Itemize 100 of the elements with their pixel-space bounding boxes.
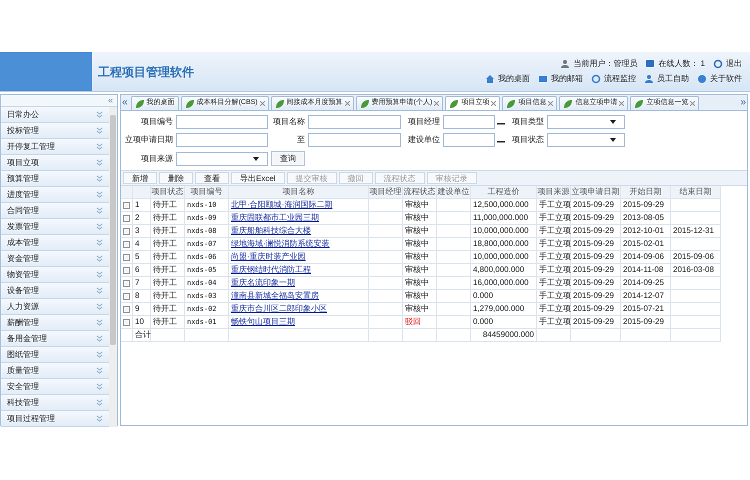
sidebar-item[interactable]: 日常办公 [1, 107, 109, 123]
leaf-icon [634, 98, 644, 108]
close-icon[interactable] [491, 101, 496, 106]
scroll-left-button[interactable]: « [121, 96, 129, 110]
sidebar-item[interactable]: 科技管理 [1, 395, 109, 411]
checkbox[interactable] [123, 306, 130, 312]
table-cell: 8 [133, 290, 151, 303]
checkbox[interactable] [123, 254, 130, 260]
project-link[interactable]: 尚盟·重庆时装产业园 [231, 251, 306, 263]
input-field[interactable] [308, 133, 401, 147]
scrollbar[interactable] [109, 107, 117, 427]
sidebar-item[interactable]: 项目过程管理 [1, 411, 109, 427]
search-button[interactable]: 查询 [271, 151, 305, 166]
sidebar-item[interactable]: 图纸管理 [1, 347, 109, 363]
sidebar-item[interactable]: 合同管理 [1, 203, 109, 219]
project-link[interactable]: 重庆钢结时代消防工程 [231, 264, 311, 276]
sidebar-item[interactable]: 项目立项 [1, 155, 109, 171]
toolbar-button[interactable]: 新增 [123, 172, 157, 184]
checkbox[interactable] [123, 214, 130, 222]
sidebar-item[interactable]: 资金管理 [1, 251, 109, 267]
header-link[interactable]: 员工自助 [657, 73, 689, 85]
sidebar-item[interactable]: 质量管理 [1, 363, 109, 379]
header-link[interactable]: 我的桌面 [498, 73, 530, 85]
table-cell: 2016-03-08 [671, 264, 721, 277]
table-cell: 2015-09-29 [571, 277, 621, 290]
project-link[interactable]: 绿地海域·澜悦消防系统安装 [231, 238, 330, 250]
sidebar-item[interactable]: 人力资源 [1, 299, 109, 315]
table-cell: 2015-09-29 [621, 199, 671, 212]
table-cell: 1 [133, 199, 151, 212]
table-cell [621, 329, 671, 342]
select-field[interactable] [176, 152, 268, 166]
table-cell: 手工立项 [537, 303, 571, 316]
toolbar-button[interactable]: 删除 [159, 172, 193, 184]
table-cell [671, 290, 721, 303]
sidebar-item[interactable]: 预算管理 [1, 171, 109, 187]
sidebar-item[interactable]: 薪酬管理 [1, 315, 109, 331]
table-cell: 审核中 [403, 212, 437, 225]
sidebar-item[interactable]: 安全管理 [1, 379, 109, 395]
close-icon[interactable] [260, 101, 265, 106]
checkbox[interactable] [123, 318, 130, 326]
column-header: 项目经理 [369, 186, 403, 199]
select-field[interactable] [547, 115, 625, 129]
header-link[interactable]: 关于软件 [710, 73, 742, 85]
sidebar-item[interactable]: 投标管理 [1, 123, 109, 139]
field-label: 至 [296, 134, 305, 146]
table-cell: 合计 [133, 329, 151, 342]
column-header: 项目状态 [151, 186, 185, 199]
sidebar-item[interactable]: 备用金管理 [1, 331, 109, 347]
input-field[interactable] [176, 115, 268, 129]
header-link[interactable]: 我的邮箱 [551, 73, 583, 85]
project-link[interactable]: 北甲·合阳颐城·海润国际二期 [231, 199, 332, 211]
close-icon[interactable] [619, 101, 624, 106]
sidebar-item[interactable]: 进度管理 [1, 187, 109, 203]
sidebar-item[interactable]: 成本管理 [1, 235, 109, 251]
table-cell: 待开工 [151, 303, 185, 316]
table-cell: 2015-09-29 [571, 238, 621, 251]
sidebar-item[interactable]: 物资管理 [1, 267, 109, 283]
chevron-down-icon [96, 367, 103, 374]
sidebar-item[interactable]: 开停复工管理 [1, 139, 109, 155]
input-field[interactable] [443, 133, 495, 147]
checkbox[interactable] [123, 292, 130, 300]
project-link[interactable]: 重庆市合川区二郎印象小区 [231, 303, 327, 315]
checkbox[interactable] [123, 240, 130, 248]
input-field[interactable] [176, 133, 268, 147]
input-field[interactable] [308, 115, 401, 129]
close-icon[interactable] [548, 101, 554, 106]
user-info-text[interactable]: 退出 [726, 58, 742, 70]
sidebar-item[interactable]: 发票管理 [1, 219, 109, 235]
checkbox[interactable] [123, 228, 130, 234]
close-icon[interactable] [690, 101, 696, 106]
table-cell: 2015-02-01 [621, 238, 671, 251]
project-link[interactable]: 重庆固联都市工业园三期 [231, 212, 319, 224]
toolbar-button[interactable]: 导出Excel [231, 172, 285, 184]
app-title: 工程项目管理软件 [98, 64, 194, 80]
column-header: 结束日期 [671, 186, 721, 199]
circle-icon [591, 74, 601, 84]
table-cell [437, 264, 471, 277]
close-icon[interactable] [344, 101, 350, 106]
checkbox[interactable] [123, 280, 130, 286]
sidebar-item[interactable]: 设备管理 [1, 283, 109, 299]
checkbox[interactable] [123, 266, 130, 274]
close-icon[interactable] [434, 101, 440, 106]
chevron-down-icon [96, 351, 103, 358]
checkbox[interactable] [123, 202, 130, 208]
project-link[interactable]: 潼南县新城全福岛安置房 [231, 290, 319, 302]
table-cell: 0.000 [471, 316, 537, 329]
header-link[interactable]: 流程监控 [604, 73, 636, 85]
table-cell: 2015-12-31 [671, 225, 721, 238]
select-field[interactable] [547, 133, 625, 147]
project-link[interactable]: 重庆名流印象一期 [231, 277, 295, 289]
chevron-down-icon [96, 319, 103, 326]
table-cell: 手工立项 [537, 212, 571, 225]
column-header: 流程状态 [403, 186, 437, 199]
chevron-down-icon [96, 255, 103, 262]
chevron-down-icon [96, 335, 103, 342]
project-link[interactable]: 畅铁句山项目三期 [231, 316, 295, 328]
chevron-down-icon [96, 207, 103, 214]
toolbar-button[interactable]: 查看 [195, 172, 229, 184]
project-link[interactable]: 重庆船舶科技综合大楼 [231, 225, 311, 237]
input-field[interactable] [443, 115, 495, 129]
